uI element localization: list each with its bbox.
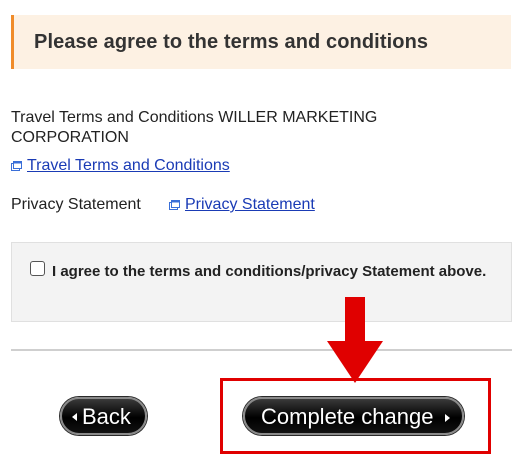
privacy-statement-label: Privacy Statement: [11, 196, 141, 213]
section-header: Please agree to the terms and conditions: [11, 15, 511, 69]
agree-checkbox[interactable]: [30, 261, 45, 276]
back-button-label: Back: [82, 404, 131, 429]
chevron-left-icon: [72, 413, 77, 421]
external-link-icon: [169, 200, 180, 210]
travel-terms-link[interactable]: Travel Terms and Conditions: [27, 157, 230, 174]
complete-change-button[interactable]: Complete change: [243, 397, 464, 435]
agreement-label[interactable]: I agree to the terms and conditions/priv…: [29, 261, 489, 283]
terms-link-row: Travel Terms and Conditions: [11, 156, 230, 176]
red-arrow-down-icon: [327, 297, 383, 383]
section-divider: [11, 349, 512, 351]
terms-description: Travel Terms and Conditions WILLER MARKE…: [11, 109, 378, 146]
chevron-right-icon: [445, 414, 450, 422]
agreement-panel: I agree to the terms and conditions/priv…: [11, 242, 512, 322]
page-title: Please agree to the terms and conditions: [34, 31, 429, 53]
external-link-icon: [11, 161, 22, 171]
privacy-statement-link[interactable]: Privacy Statement: [185, 196, 315, 213]
privacy-link-row: Privacy Statement: [169, 195, 315, 215]
complete-change-label: Complete change: [261, 404, 434, 429]
back-button[interactable]: Back: [60, 397, 147, 435]
